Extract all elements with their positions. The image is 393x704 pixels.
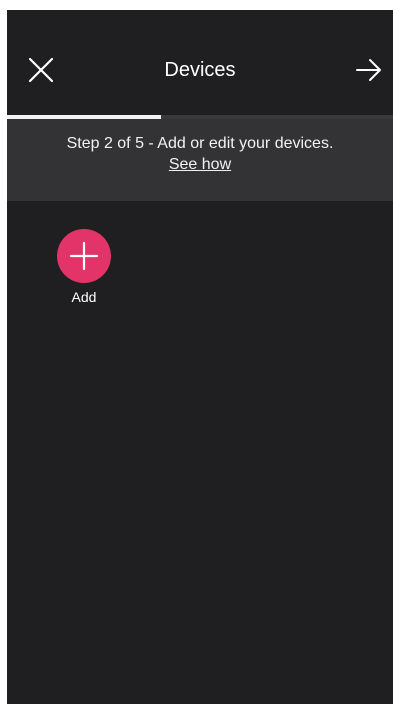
plus-icon — [69, 241, 99, 271]
step-banner: Step 2 of 5 - Add or edit your devices. … — [7, 119, 393, 201]
see-how-link[interactable]: See how — [7, 155, 393, 175]
add-device-label: Add — [71, 289, 97, 305]
page-title: Devices — [164, 59, 236, 81]
app-screen: Devices Step 2 of 5 - Add or edit your d… — [7, 10, 393, 704]
step-description: Step 2 of 5 - Add or edit your devices. — [66, 135, 334, 152]
top-bar: Devices — [7, 10, 393, 116]
next-button[interactable] — [353, 54, 385, 86]
add-device-button[interactable]: Add — [54, 229, 114, 305]
add-device-circle[interactable] — [57, 229, 111, 283]
arrow-right-icon — [356, 59, 381, 81]
